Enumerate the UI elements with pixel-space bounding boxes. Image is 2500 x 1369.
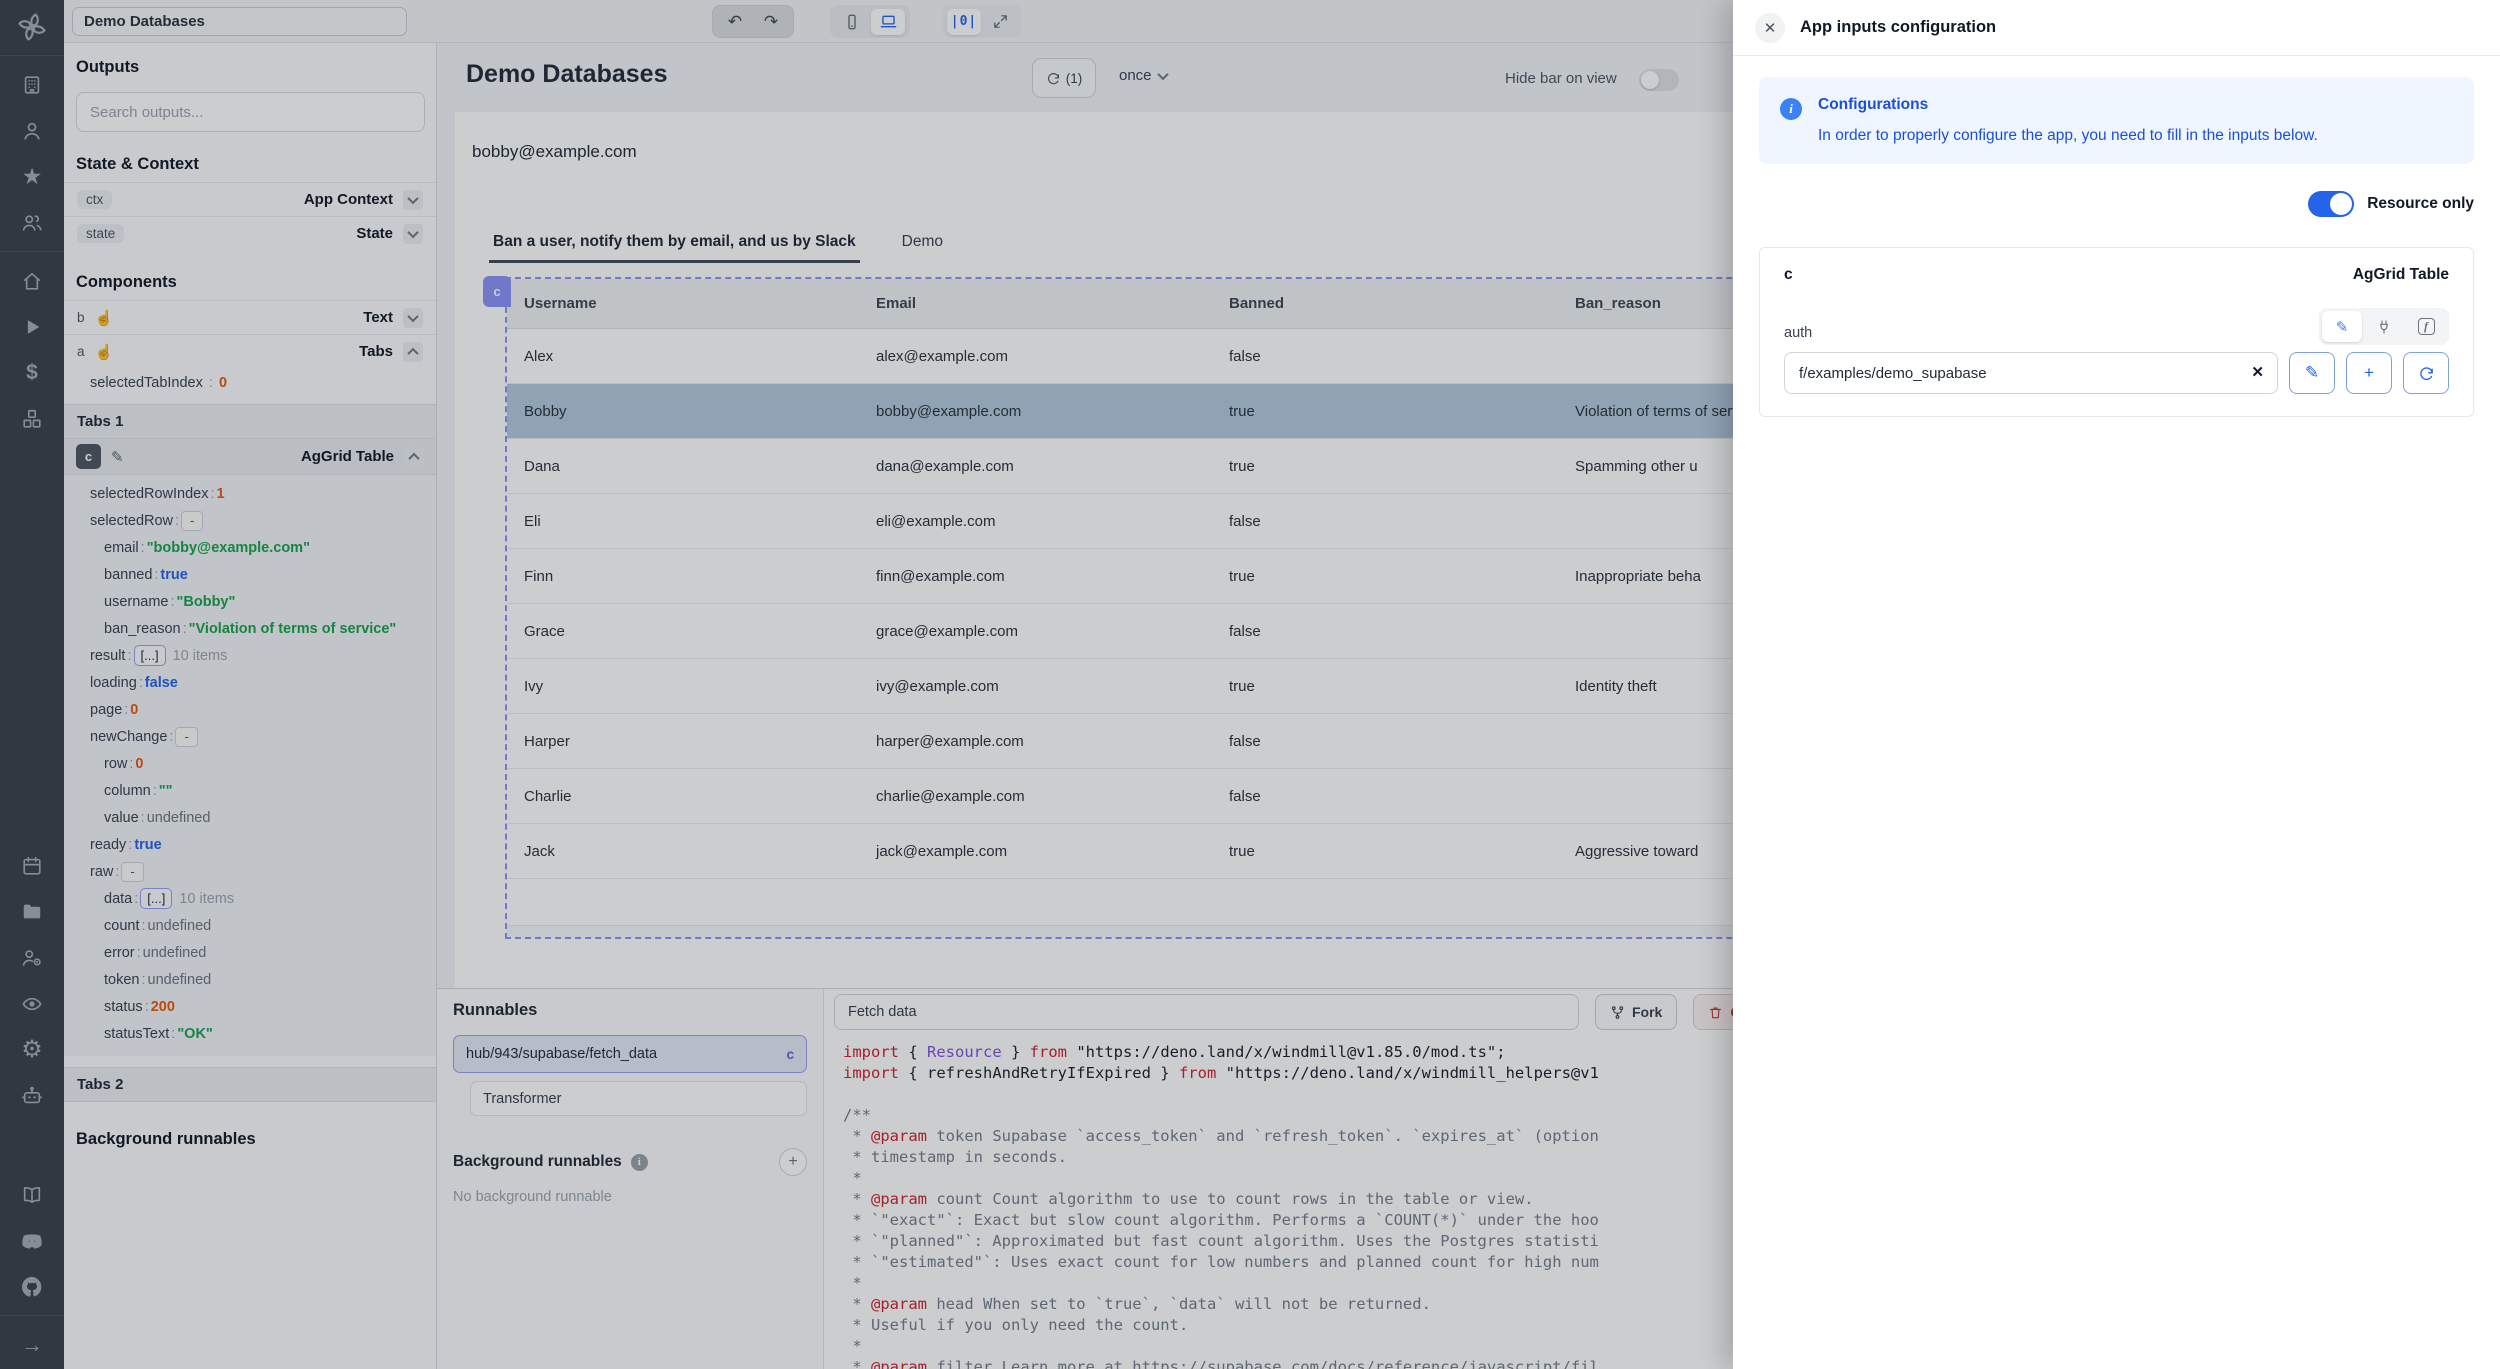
add-resource-button[interactable]: +	[2346, 352, 2392, 394]
clear-icon[interactable]: ✕	[2251, 363, 2264, 381]
modal-dim-overlay[interactable]	[0, 0, 1733, 1369]
resource-only-row: Resource only	[1759, 191, 2474, 217]
resource-only-label: Resource only	[2367, 195, 2474, 213]
component-type-label: AgGrid Table	[2353, 266, 2449, 284]
component-id: c	[1784, 266, 1793, 284]
resource-input[interactable]	[1784, 352, 2278, 394]
configurations-info-box: i Configurations In order to properly co…	[1759, 77, 2474, 164]
pencil-icon[interactable]: ✎	[2322, 311, 2362, 342]
drawer-header: ✕ App inputs configuration	[1733, 0, 2500, 56]
resource-field: ✕	[1784, 352, 2278, 394]
component-input-card: c AgGrid Table auth ✎ f	[1759, 247, 2474, 417]
resource-only-toggle[interactable]	[2308, 191, 2354, 217]
app-inputs-drawer: ✕ App inputs configuration i Configurati…	[1733, 0, 2500, 1369]
drawer-title: App inputs configuration	[1800, 18, 1996, 37]
field-label: auth	[1784, 325, 1812, 345]
input-mode-segmented-control: ✎ f	[2319, 308, 2449, 345]
info-description: In order to properly configure the app, …	[1818, 127, 2318, 145]
function-icon[interactable]: f	[2406, 311, 2446, 342]
info-title: Configurations	[1818, 96, 2318, 114]
plug-icon[interactable]	[2364, 311, 2404, 342]
drawer-body: i Configurations In order to properly co…	[1733, 56, 2500, 438]
info-icon: i	[1780, 98, 1802, 120]
windmill-app-editor: ★ $ ⚙ → ↶ ↷ |0| Outputs	[0, 0, 2500, 1369]
edit-resource-button[interactable]: ✎	[2289, 352, 2335, 394]
refresh-resource-button[interactable]	[2403, 352, 2449, 394]
close-icon[interactable]: ✕	[1755, 13, 1785, 43]
